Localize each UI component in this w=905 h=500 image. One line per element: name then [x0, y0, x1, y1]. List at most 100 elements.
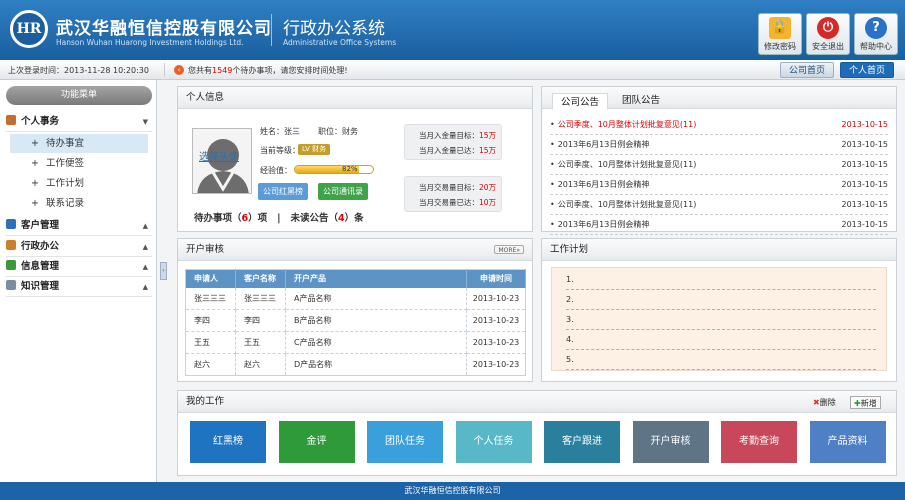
stat-trade-achieved: 当月交易量已达：10万 [419, 197, 496, 208]
unread-prefix: 未读公告（ [290, 213, 339, 224]
sidebar-item-customers[interactable]: 客户管理 ▲ [6, 216, 152, 236]
sidebar-sub-notes[interactable]: + 工作便签 [10, 154, 148, 173]
my-work-panel: 我的工作 ✖删除 ✚新增 红黑榜 金评 团队任务 个人任务 客户跟进 开户审核 考勤查询 产品… [177, 390, 897, 476]
change-password-button[interactable]: 🔒 修改密码 [758, 13, 802, 55]
work-tile[interactable]: 个人任务 [455, 421, 532, 463]
company-home-button[interactable]: 公司首页 [780, 62, 835, 78]
menu-title: 功能菜单 [6, 86, 152, 105]
table-header-row: 申请人 客户名称 开户产品 申请时间 [185, 269, 526, 288]
table-cell: A产品名称 [285, 287, 467, 310]
unread-count: 4 [338, 213, 345, 224]
notice-title[interactable]: 公司季度、10月整体计划批复意见(11) [558, 160, 697, 169]
more-button[interactable]: MORE» [494, 245, 524, 254]
work-tile[interactable]: 产品资料 [809, 421, 886, 463]
notice-title[interactable]: 2013年6月13日例会精神 [558, 180, 650, 189]
work-tile[interactable]: 考勤查询 [721, 421, 797, 463]
plan-list[interactable]: 1. 2. 3. 4. 5. [551, 267, 887, 371]
sidebar-collapse-handle[interactable]: ‹ [160, 262, 167, 280]
notice-row[interactable]: • 公司季度、10月整体计划批复意见(11) 2013-10-15 [550, 195, 888, 215]
notice-arrow-icon: ‹ [174, 65, 184, 75]
sidebar-sub-label: 工作计划 [46, 178, 85, 189]
work-tile[interactable]: 红黑榜 [190, 421, 266, 463]
table-row[interactable]: 王五 王五 C产品名称 2013-10-23 [185, 331, 526, 354]
table-cell: 张三三三 [185, 287, 236, 310]
plus-icon: + [31, 138, 39, 149]
sidebar-sub-todo[interactable]: + 待办事宜 [10, 134, 148, 153]
sidebar-sub-contacts[interactable]: + 联系记录 [10, 194, 148, 213]
notice-title[interactable]: 2013年6月13日例会精神 [558, 140, 650, 149]
add-button[interactable]: ✚新增 [850, 396, 881, 409]
table-row[interactable]: 李四 李四 B产品名称 2013-10-23 [185, 309, 526, 332]
sidebar-item-info[interactable]: 信息管理 ▲ [6, 257, 152, 277]
help-icon: ? [865, 17, 887, 39]
work-tile[interactable]: 金评 [278, 421, 355, 463]
add-label: 新增 [860, 399, 877, 408]
header-divider [271, 14, 272, 46]
tab-team-notice[interactable]: 团队公告 [614, 92, 668, 109]
bullet-icon: • [550, 120, 555, 129]
avatar[interactable]: 选择头像 [192, 128, 252, 194]
checkbox-icon [6, 260, 16, 270]
chevron-up-icon: ▲ [142, 283, 148, 291]
notice-title[interactable]: 公司季度、10月整体计划批复意见(11) [558, 200, 697, 209]
sidebar-item-personal[interactable]: 个人事务 ▼ [6, 112, 152, 132]
notice-panel: 公司公告 团队公告 • 公司季度、10月整体计划批复意见(11) 2013-10-1… [541, 86, 897, 235]
logout-button[interactable]: ⏻ 安全退出 [806, 13, 850, 55]
exp-label: 经验值： [260, 166, 292, 175]
profile-panel: 个人信息 选择头像 姓名：张三 职位：财务 当前等级： LV 财务 经验值： 8… [177, 86, 533, 232]
plan-panel-title: 工作计划 [542, 239, 896, 261]
notice-title[interactable]: 公司季度、10月整体计划批复意见(11) [558, 120, 697, 129]
table-row[interactable]: 赵六 赵六 D产品名称 2013-10-23 [185, 353, 526, 376]
table-cell: D产品名称 [285, 353, 467, 376]
notice-date: 2013-10-15 [841, 160, 889, 169]
work-tile[interactable]: 开户审核 [632, 421, 709, 463]
sidebar-item-admin[interactable]: 行政办公 ▲ [6, 237, 152, 257]
personal-home-button[interactable]: 个人首页 [840, 62, 895, 78]
briefcase-icon [6, 240, 16, 250]
deposit-stat-box: 当月入金量目标：15万 当月入金量已达：15万 [404, 124, 502, 160]
bullet-icon: • [550, 200, 555, 209]
notice-row[interactable]: • 公司季度、10月整体计划批复意见(11) 2013-10-15 [550, 115, 888, 135]
delete-button[interactable]: ✖删除 [810, 396, 839, 409]
help-center-button[interactable]: ? 帮助中心 [854, 13, 898, 55]
audit-table: 申请人 客户名称 开户产品 申请时间 张三三三 张三三三 A产品名称 2013-10-… [185, 269, 526, 376]
work-tile[interactable]: 团队任务 [367, 421, 443, 463]
notice-row[interactable]: • 2013年6月13日例会精神 2013-10-15 [550, 135, 888, 155]
sidebar-item-knowledge[interactable]: 知识管理 ▲ [6, 277, 152, 297]
notice-prefix: 您共有 [188, 66, 212, 75]
choose-avatar-link[interactable]: 选择头像 [199, 148, 239, 163]
todo-suffix: ）项 [248, 213, 268, 224]
stat-label: 当月交易量已达： [419, 198, 479, 207]
table-row[interactable]: 张三三三 张三三三 A产品名称 2013-10-23 [185, 287, 526, 310]
delete-icon: ✖ [813, 398, 820, 407]
stat-value: 15万 [479, 146, 497, 155]
notice-title[interactable]: 2013年6月13日例会精神 [558, 220, 650, 229]
table-cell: 赵六 [235, 353, 286, 376]
sidebar: 功能菜单 个人事务 ▼ + 待办事宜 + 工作便签 + 工作计划 + 联系记录 客户管理 ▲… [0, 80, 157, 482]
plan-line: 1. [566, 270, 876, 290]
sidebar-sub-label: 待办事宜 [46, 138, 85, 149]
sidebar-item-label: 客户管理 [21, 220, 60, 231]
note-icon [6, 280, 16, 290]
table-cell: 王五 [185, 331, 236, 354]
work-tile[interactable]: 客户跟进 [544, 421, 620, 463]
company-contacts-button[interactable]: 公司通讯录 [318, 183, 368, 200]
summary-separator: | [277, 213, 281, 224]
notice-row[interactable]: • 2013年6月13日例会精神 2013-10-15 [550, 215, 888, 235]
todo-summary: 待办事项（6）项 | 未读公告（4）条 [194, 210, 364, 224]
sidebar-item-label: 行政办公 [21, 241, 60, 252]
table-cell: C产品名称 [285, 331, 467, 354]
notice-row[interactable]: • 公司季度、10月整体计划批复意见(11) 2013-10-15 [550, 155, 888, 175]
unread-suffix: ）条 [344, 213, 364, 224]
notice-row[interactable]: • 2013年6月13日例会精神 2013-10-15 [550, 175, 888, 195]
status-bar: 上次登录时间：2013-11-28 10:20:30 ‹ 您共有1549个待办事… [0, 60, 905, 80]
tab-company-notice[interactable]: 公司公告 [552, 93, 609, 110]
system-name: 行政办公系统 [283, 19, 385, 39]
col-applicant: 申请人 [185, 269, 236, 288]
table-cell: 赵六 [185, 353, 236, 376]
plan-line: 2. [566, 290, 876, 310]
table-cell: B产品名称 [285, 309, 467, 332]
sidebar-sub-plan[interactable]: + 工作计划 [10, 174, 148, 193]
table-cell: 李四 [185, 309, 236, 332]
company-rank-button[interactable]: 公司红黑榜 [258, 183, 308, 200]
